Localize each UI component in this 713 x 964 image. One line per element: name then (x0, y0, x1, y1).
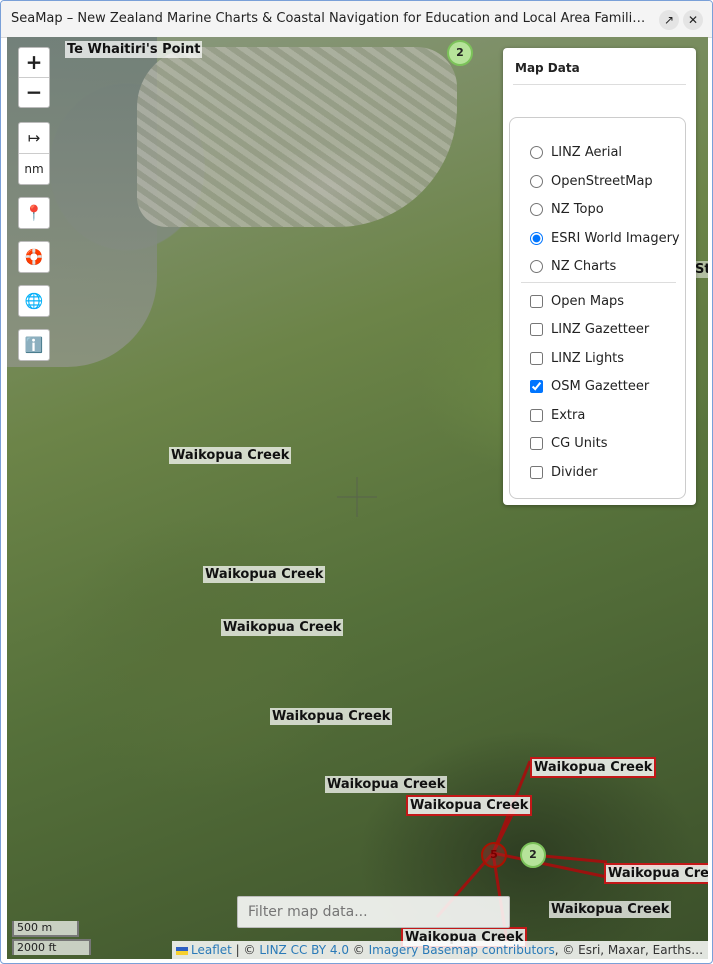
base-layer-radio[interactable] (530, 259, 543, 273)
divider (513, 84, 686, 85)
base-layer-radio[interactable] (530, 145, 543, 159)
base-layer-option[interactable]: NZ Charts (530, 256, 616, 276)
base-layer-radio[interactable] (530, 174, 543, 188)
place-label[interactable]: Waikopua Creek (325, 776, 448, 793)
base-layer-radio[interactable] (530, 202, 543, 216)
overlay-option[interactable]: Open Maps (530, 291, 624, 311)
scale-metric: 500 m (12, 921, 79, 937)
base-layer-radio[interactable] (530, 231, 543, 245)
place-label[interactable]: Te Whaitiri's Point (65, 41, 203, 58)
window-title: SeaMap – New Zealand Marine Charts & Coa… (11, 11, 651, 26)
overlay-label: Extra (551, 407, 586, 423)
overlay-checkbox[interactable] (530, 465, 543, 479)
overlay-label: LINZ Gazetteer (551, 321, 650, 337)
base-layer-option[interactable]: ESRI World Imagery (530, 228, 680, 248)
overlay-checkbox[interactable] (530, 436, 543, 450)
leaflet-link[interactable]: Leaflet (191, 943, 232, 957)
base-layer-label: NZ Charts (551, 258, 617, 274)
lifebuoy-icon[interactable]: 🛟 (18, 241, 50, 273)
overlay-checkbox[interactable] (530, 351, 543, 365)
place-label[interactable]: Waikopua Creek (221, 619, 344, 636)
attribution: Leaflet | © LINZ CC BY 4.0 © Imagery Bas… (172, 941, 708, 959)
scale-imperial: 2000 ft (12, 939, 91, 955)
layer-list: LINZ Aerial OpenStreetMap NZ Topo ESRI W… (509, 117, 686, 499)
place-label-highlighted[interactable]: Waikopua Creek (406, 795, 533, 816)
marker-cluster[interactable]: 2 (520, 842, 546, 868)
overlay-checkbox[interactable] (530, 322, 543, 336)
place-label[interactable]: Waikopua Creek (270, 708, 393, 725)
overlay-checkbox[interactable] (530, 379, 543, 393)
zoom-in-button[interactable]: + (19, 48, 49, 78)
info-icon[interactable]: ℹ️ (18, 329, 50, 361)
place-label-highlighted[interactable]: Waikopua Creek (530, 757, 657, 778)
overlay-label: Open Maps (551, 293, 625, 309)
unit-toggle-button[interactable]: nm (19, 154, 49, 184)
marker-cluster[interactable]: 2 (447, 40, 473, 66)
layer-panel: Map Data LINZ Aerial OpenStreetMap NZ To… (503, 48, 696, 505)
app-window: SeaMap – New Zealand Marine Charts & Coa… (0, 0, 713, 964)
overlay-label: LINZ Lights (551, 350, 625, 366)
place-label-highlighted[interactable]: Waikopua Cree (604, 863, 708, 884)
overlay-option[interactable]: LINZ Lights (530, 348, 624, 368)
zoom-out-button[interactable]: − (19, 78, 49, 107)
panel-title: Map Data (515, 61, 580, 75)
overlay-option[interactable]: Divider (530, 462, 598, 482)
base-layer-option[interactable]: NZ Topo (530, 199, 604, 219)
map-canvas[interactable]: + − ↦ nm 📍 🛟 🌐 ℹ️ Te Whaitiri's Point Wa… (7, 37, 708, 959)
overlay-option[interactable]: CG Units (530, 433, 608, 453)
divider (521, 282, 676, 283)
globe-icon[interactable]: 🌐 (18, 285, 50, 317)
base-layer-label: ESRI World Imagery (551, 230, 680, 246)
measure-control: ↦ nm (18, 122, 50, 185)
title-bar: SeaMap – New Zealand Marine Charts & Coa… (1, 1, 712, 38)
attribution-text: | © (231, 943, 260, 957)
filter-input[interactable] (237, 896, 510, 928)
ukraine-flag-icon (176, 946, 188, 955)
close-icon[interactable]: ✕ (683, 10, 703, 30)
zoom-control: + − (18, 47, 50, 108)
overlay-checkbox[interactable] (530, 408, 543, 422)
location-icon[interactable]: 📍 (18, 197, 50, 229)
base-layer-label: LINZ Aerial (551, 144, 623, 160)
overlay-label: CG Units (551, 435, 608, 451)
attribution-text: , © Esri, Maxar, Earthstar Geographics (554, 943, 708, 957)
popout-icon[interactable]: ↗ (659, 10, 679, 30)
overlay-label: Divider (551, 464, 598, 480)
place-label[interactable]: Waikopua Creek (203, 566, 326, 583)
overlay-option[interactable]: LINZ Gazetteer (530, 319, 649, 339)
overlay-checkbox[interactable] (530, 294, 543, 308)
overlay-label: OSM Gazetteer (551, 378, 650, 394)
base-layer-label: OpenStreetMap (551, 173, 653, 189)
base-layer-option[interactable]: LINZ Aerial (530, 142, 622, 162)
imagery-link[interactable]: Imagery Basemap contributors (369, 943, 555, 957)
place-label[interactable]: Waikopua Creek (549, 901, 672, 918)
measure-icon[interactable]: ↦ (19, 123, 49, 154)
base-layer-option[interactable]: OpenStreetMap (530, 171, 653, 191)
attribution-text: © (348, 943, 369, 957)
overlay-option[interactable]: OSM Gazetteer (530, 376, 649, 396)
marker-cluster[interactable]: 5 (481, 842, 507, 868)
linz-license-link[interactable]: LINZ CC BY 4.0 (259, 943, 349, 957)
base-layer-label: NZ Topo (551, 201, 604, 217)
overlay-option[interactable]: Extra (530, 405, 585, 425)
place-label[interactable]: Waikopua Creek (169, 447, 292, 464)
